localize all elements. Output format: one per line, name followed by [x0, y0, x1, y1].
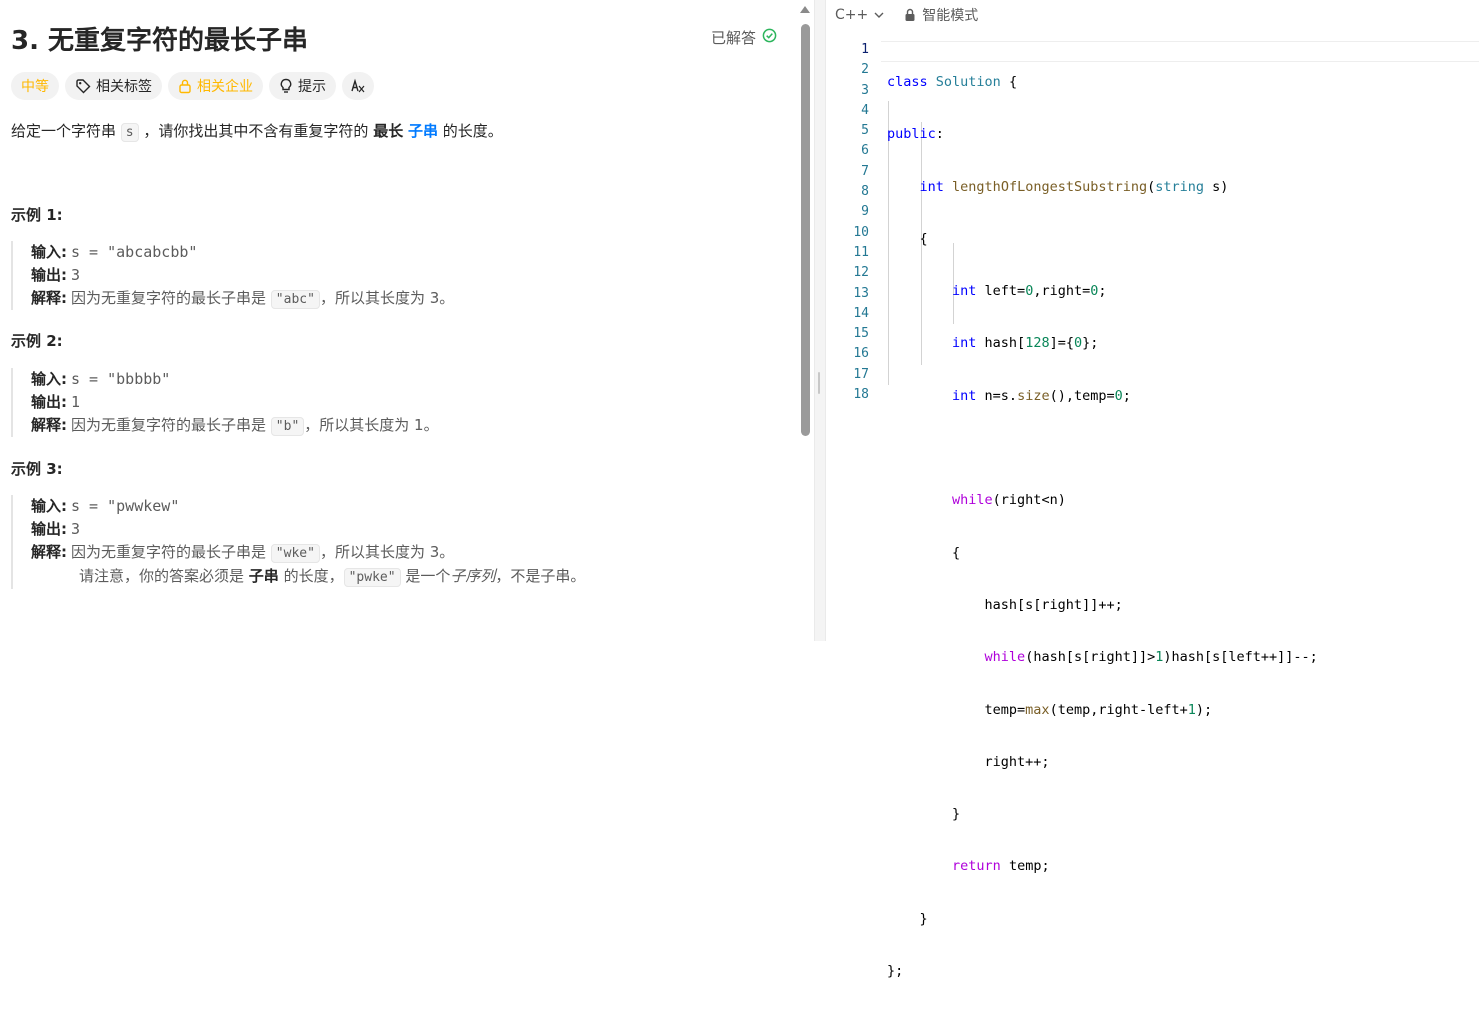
code-line: while(hash[s[right]]>1)hash[s[left++]]--… — [984, 649, 1318, 666]
code-line: { — [887, 544, 961, 561]
scroll-up-arrow-icon[interactable] — [800, 6, 810, 13]
line-number: 13 — [853, 285, 869, 301]
code-line: } — [887, 910, 928, 927]
scrollbar-thumb[interactable] — [801, 24, 810, 436]
check-circle-icon — [762, 28, 777, 43]
line-number: 15 — [853, 326, 869, 342]
line-number: 11 — [853, 244, 869, 260]
line-number: 1 — [861, 42, 869, 57]
code-line: class Solution { — [887, 74, 1018, 90]
code-line: }; — [887, 963, 904, 980]
code-line: } — [887, 806, 961, 823]
example-block: 输入: s = "abcabcbb" 输出: 3 解释: 因为无重复字符的最长子串是 … — [11, 241, 454, 310]
code-line: { — [887, 230, 928, 247]
line-number: 2 — [861, 62, 869, 78]
problem-panel: 3. 无重复字符的最长子串 已解答 中等 相关标签 相关企业 提示 给定一个字符… — [0, 0, 798, 641]
line-number: 4 — [861, 102, 869, 118]
line-number: 17 — [853, 366, 869, 382]
tag-row: 中等 相关标签 相关企业 提示 — [11, 72, 374, 100]
code-line: while(right<n) — [952, 492, 1066, 509]
line-number: 6 — [861, 143, 869, 159]
difficulty-badge: 中等 — [11, 72, 59, 100]
code-line: right++; — [887, 753, 1050, 770]
code-line: int lengthOfLongestSubstring(string s) — [919, 178, 1229, 195]
example-title: 示例 2: — [11, 332, 63, 350]
code-line: int left=0,right=0; — [952, 283, 1107, 300]
line-number: 5 — [861, 123, 869, 139]
code-line: int hash[128]={0}; — [952, 335, 1099, 352]
example-title: 示例 1: — [11, 206, 63, 224]
resize-handle-icon[interactable] — [818, 372, 820, 394]
code-line: int n=s.size(),temp=0; — [952, 387, 1131, 404]
problem-title: 3. 无重复字符的最长子串 — [11, 26, 309, 56]
substring-link[interactable]: 子串 — [408, 122, 438, 140]
related-companies-button[interactable]: 相关企业 — [168, 72, 263, 100]
editor-toolbar: C++ 智能模式 — [825, 0, 1479, 30]
example-block: 输入: s = "bbbbb" 输出: 1 解释: 因为无重复字符的最长子串是 "b"… — [11, 368, 439, 437]
line-number-gutter: 1 2 3 4 5 6 7 8 9 10 11 12 13 14 15 16 17 18 — [825, 40, 869, 405]
code-line: public: — [887, 126, 944, 143]
line-number: 10 — [853, 224, 869, 240]
bold-text: 最长 — [373, 122, 404, 140]
translate-button[interactable] — [342, 72, 374, 100]
hint-button[interactable]: 提示 — [269, 72, 336, 100]
chevron-down-icon — [874, 12, 884, 18]
line-number: 9 — [861, 204, 869, 220]
code-editor-panel: C++ 智能模式 1 2 3 4 5 6 7 8 9 10 11 12 13 14 15 16 17 18 cla… — [825, 0, 1479, 979]
related-tags-button[interactable]: 相关标签 — [65, 72, 162, 100]
line-number: 3 — [861, 82, 869, 98]
translate-icon — [350, 78, 366, 94]
language-selector[interactable]: C++ — [835, 7, 886, 23]
problem-description: 给定一个字符串 s ，请你找出其中不含有重复字符的 最长 子串 的长度。 — [11, 122, 503, 142]
lock-icon — [905, 8, 915, 21]
line-number: 18 — [853, 387, 869, 403]
example-note: 请注意，你的答案必须是 子串 的长度， "pwke" 是一个子序列，不是子串。 — [79, 567, 586, 587]
code-line: hash[s[right]]++; — [887, 596, 1123, 613]
example-block: 输入: s = "pwwkew" 输出: 3 解释: 因为无重复字符的最长子串是 "w… — [11, 495, 585, 589]
line-number: 8 — [861, 184, 869, 200]
code-line: return temp; — [952, 858, 1050, 875]
lightbulb-icon — [279, 78, 293, 94]
line-number: 12 — [853, 265, 869, 281]
solved-status: 已解答 — [711, 29, 757, 47]
code-line: temp=max(temp,right-left+1); — [887, 701, 1213, 718]
inline-code: s — [120, 123, 139, 142]
example-title: 示例 3: — [11, 460, 63, 478]
code-area[interactable]: class Solution { public: int lengthOfLon… — [887, 40, 1318, 1013]
line-number: 14 — [853, 305, 869, 321]
line-number: 7 — [861, 163, 869, 179]
tag-icon — [75, 78, 91, 94]
line-number: 16 — [853, 346, 869, 362]
smart-mode-toggle[interactable]: 智能模式 — [904, 5, 978, 25]
lock-icon — [178, 78, 192, 94]
